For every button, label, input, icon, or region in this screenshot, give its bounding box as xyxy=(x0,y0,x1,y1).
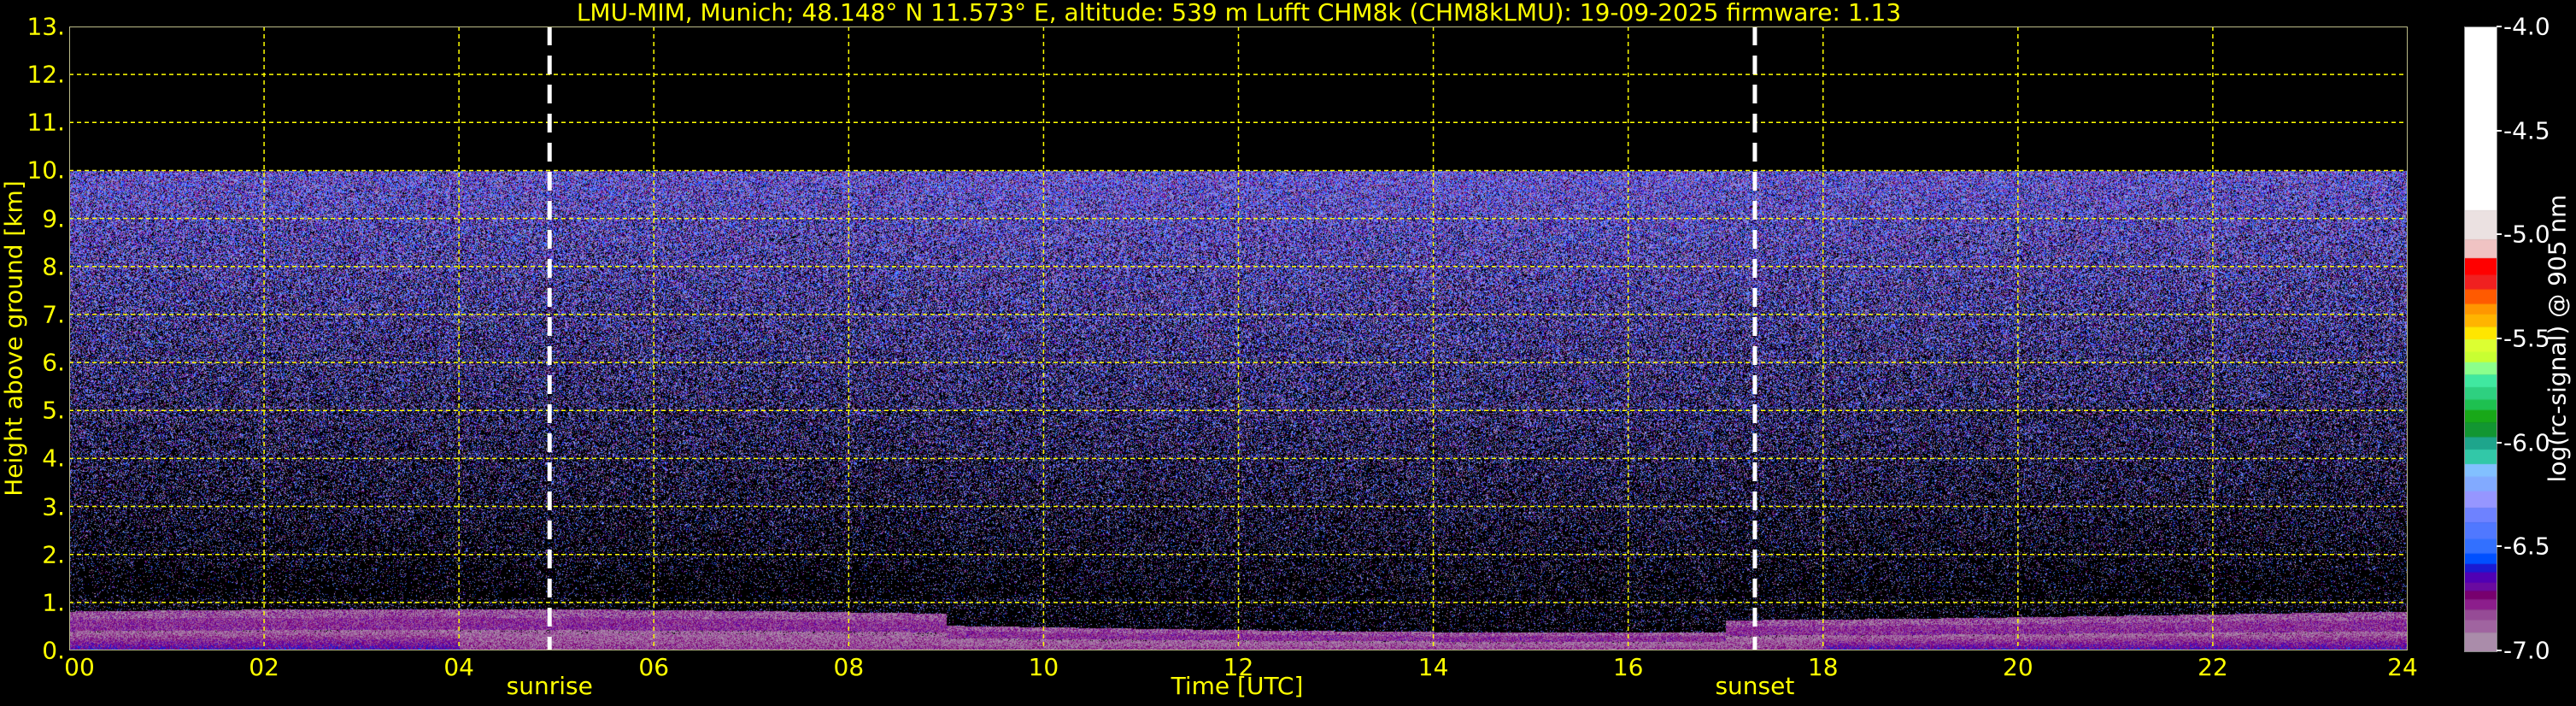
sunrise-label: sunrise xyxy=(506,672,593,700)
colorbar-tick xyxy=(2497,338,2502,339)
y-tick-label: 11. xyxy=(26,108,65,137)
x-axis-label: Time [UTC] xyxy=(1171,672,1304,700)
plot-area xyxy=(69,26,2408,650)
colorbar-tick-label: -4.5 xyxy=(2503,116,2550,145)
y-tick-label: 3. xyxy=(42,492,65,521)
y-tick-label: 12. xyxy=(26,60,65,89)
plot-frame xyxy=(69,26,2408,650)
colorbar-tick-label: -4.0 xyxy=(2503,12,2550,41)
colorbar-tick xyxy=(2497,26,2502,27)
colorbar-tick xyxy=(2497,129,2502,132)
x-tick-label: 24 xyxy=(2387,653,2418,681)
colorbar xyxy=(2464,26,2497,652)
x-tick-label: 16 xyxy=(1612,653,1644,681)
x-tick-label: 06 xyxy=(638,653,670,681)
colorbar-tick xyxy=(2497,545,2502,548)
colorbar-tick xyxy=(2497,441,2502,444)
chart-title: LMU-MIM, Munich; 48.148° N 11.573° E, al… xyxy=(576,0,1902,26)
y-tick-label: 2. xyxy=(42,540,65,569)
colorbar-tick xyxy=(2497,233,2502,236)
x-tick-label: 00 xyxy=(64,653,95,681)
y-tick-label: 0. xyxy=(42,636,65,665)
y-tick-label: 1. xyxy=(42,588,65,617)
colorbar-label: log(rc-signal) @ 905 nm xyxy=(2543,194,2572,483)
x-tick-label: 20 xyxy=(2003,653,2033,681)
colorbar-tick-label: -6.5 xyxy=(2503,532,2550,561)
colorbar-tick-label: -7.0 xyxy=(2503,636,2550,665)
y-tick-label: 13. xyxy=(26,12,65,41)
y-axis-label: Height above ground [km] xyxy=(0,180,28,497)
x-tick-label: 18 xyxy=(1807,653,1839,681)
x-tick-label: 14 xyxy=(1417,653,1449,681)
x-tick-label: 08 xyxy=(833,653,865,681)
x-tick-label: 02 xyxy=(249,653,279,681)
sunset-label: sunset xyxy=(1715,672,1795,700)
x-tick-label: 10 xyxy=(1028,653,1059,681)
x-tick-label: 04 xyxy=(443,653,474,681)
colorbar-tick xyxy=(2497,650,2502,651)
x-tick-label: 22 xyxy=(2198,653,2228,681)
